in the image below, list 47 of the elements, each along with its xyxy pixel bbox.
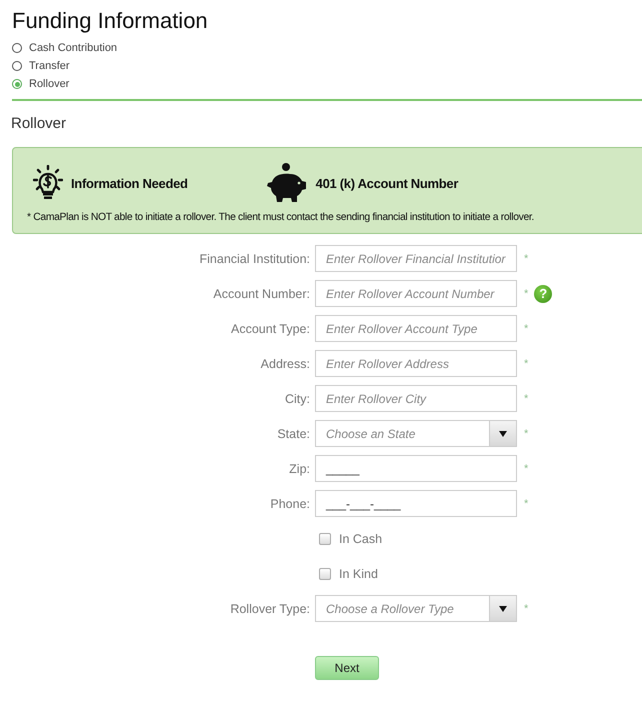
lightbulb-dollar-icon — [33, 165, 63, 201]
text-field[interactable]: Enter Rollover Address — [315, 350, 517, 377]
required-mark: * — [524, 288, 528, 300]
required-mark: * — [524, 358, 528, 370]
info-label: 401 (k) Account Number — [316, 176, 458, 190]
field-label: Account Type: — [231, 322, 311, 336]
required-mark: * — [524, 252, 528, 264]
checkbox-option[interactable]: In Cash — [319, 526, 517, 551]
text-field[interactable]: Enter Rollover City — [315, 385, 517, 412]
required-mark: * — [524, 462, 528, 474]
field-label: Rollover Type: — [230, 602, 311, 616]
field-label: Address: — [260, 356, 311, 370]
radio-option[interactable]: Transfer — [12, 60, 642, 72]
required-mark: * — [524, 428, 528, 440]
next-button[interactable]: Next — [315, 656, 379, 680]
field-label: Account Number: — [213, 286, 311, 300]
radio-button[interactable] — [12, 61, 22, 71]
field-label: Financial Institution: — [200, 252, 311, 266]
required-mark: * — [524, 602, 528, 614]
text-field[interactable]: Enter Rollover Financial Institutior — [315, 245, 517, 272]
caret-icon — [499, 430, 507, 436]
dropdown-field[interactable]: Choose an State — [315, 420, 517, 447]
info-label: Information Needed — [71, 176, 188, 190]
section-title: Rollover — [11, 115, 66, 132]
field-label: City: — [285, 392, 311, 406]
page-title: Funding Information — [12, 8, 208, 34]
required-mark: * — [524, 322, 528, 334]
checkbox[interactable] — [319, 568, 331, 580]
field-label: Phone: — [270, 496, 311, 510]
radio-button[interactable] — [12, 43, 22, 53]
field-label: State: — [277, 426, 311, 440]
radio-option[interactable]: Cash Contribution — [12, 42, 642, 54]
info-note: * CamaPlan is NOT able to initiate a rollover. The client must contact the sending financial institution to initiate a rollover. — [27, 212, 534, 223]
checkbox-option[interactable]: In Kind — [319, 561, 517, 586]
caret-icon — [499, 606, 507, 612]
checkbox[interactable] — [319, 532, 331, 544]
radio-button[interactable] — [12, 79, 22, 89]
field-label: Zip: — [289, 462, 311, 476]
required-mark: * — [524, 498, 528, 510]
dropdown-field[interactable]: Choose a Rollover Type — [315, 595, 517, 622]
piggy-bank-icon — [266, 162, 308, 204]
text-field[interactable]: Enter Rollover Account Number — [315, 280, 517, 307]
text-field[interactable]: _____ — [315, 455, 517, 482]
text-field[interactable]: Enter Rollover Account Type — [315, 315, 517, 342]
text-field[interactable]: ___-___-____ — [315, 490, 517, 517]
radio-option[interactable]: Rollover — [12, 78, 642, 90]
required-mark: * — [524, 392, 528, 404]
